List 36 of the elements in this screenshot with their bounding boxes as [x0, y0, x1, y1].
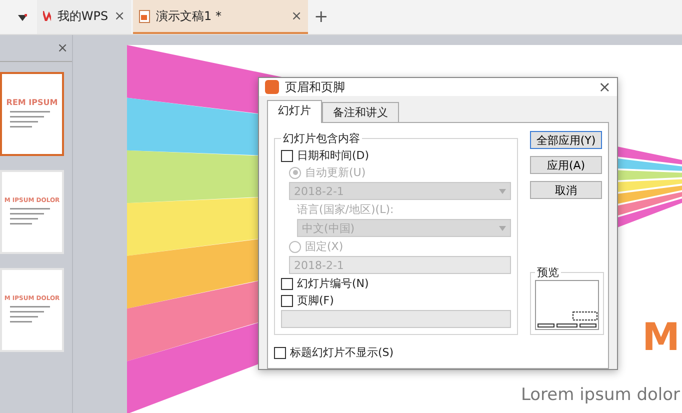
slide-number-option[interactable]: 幻灯片编号(N)	[281, 276, 511, 291]
app-logo-icon	[265, 80, 279, 94]
dialog-button[interactable]: 全部应用(Y)	[530, 131, 602, 149]
close-icon[interactable]: ×	[114, 8, 125, 24]
document-tab[interactable]: 我的WPS ×	[37, 0, 131, 34]
footer-option[interactable]: 页脚(F)	[281, 293, 511, 308]
preview-layout-drawing	[535, 280, 599, 330]
tab-label: 演示文稿1 *	[156, 8, 222, 24]
close-icon[interactable]: ×	[57, 40, 68, 56]
close-icon[interactable]: ×	[291, 8, 302, 24]
dialog-button[interactable]: 取消	[530, 181, 602, 199]
date-time-option[interactable]: 日期和时间(D)	[281, 148, 511, 163]
dropdown-icon[interactable]	[18, 14, 27, 20]
checkbox[interactable]	[274, 346, 286, 358]
wps-logo-icon	[43, 11, 52, 21]
checkbox[interactable]	[281, 294, 293, 306]
new-tab-button[interactable]: +	[314, 7, 328, 27]
thumbnail-title: REM IPSUM	[6, 98, 58, 106]
dialog-tab[interactable]: 备注和讲义	[322, 102, 399, 123]
tab-label: 我的WPS	[57, 8, 108, 24]
preview-label: 预览	[536, 265, 560, 280]
document-tab[interactable]: 演示文稿1 * ×	[133, 0, 308, 34]
checkbox[interactable]	[281, 150, 293, 162]
group-title: 幻灯片包含内容	[282, 131, 361, 146]
checkbox[interactable]	[281, 278, 293, 290]
slide-subtitle: Lorem ipsum dolor	[520, 385, 680, 405]
dialog-tab[interactable]: 幻灯片	[267, 100, 322, 123]
dialog-title: 页眉和页脚	[285, 78, 346, 96]
slide-title: M	[642, 315, 680, 359]
language-label: 语言(国家/地区)(L):	[297, 202, 395, 217]
dialog-button[interactable]: 应用(A)	[530, 156, 602, 174]
caret-icon	[499, 188, 506, 194]
close-icon[interactable]: ×	[598, 78, 611, 96]
hide-on-title-option[interactable]: 标题幻灯片不显示(S)	[274, 345, 602, 360]
document-icon	[139, 10, 150, 22]
caret-icon	[499, 226, 506, 230]
